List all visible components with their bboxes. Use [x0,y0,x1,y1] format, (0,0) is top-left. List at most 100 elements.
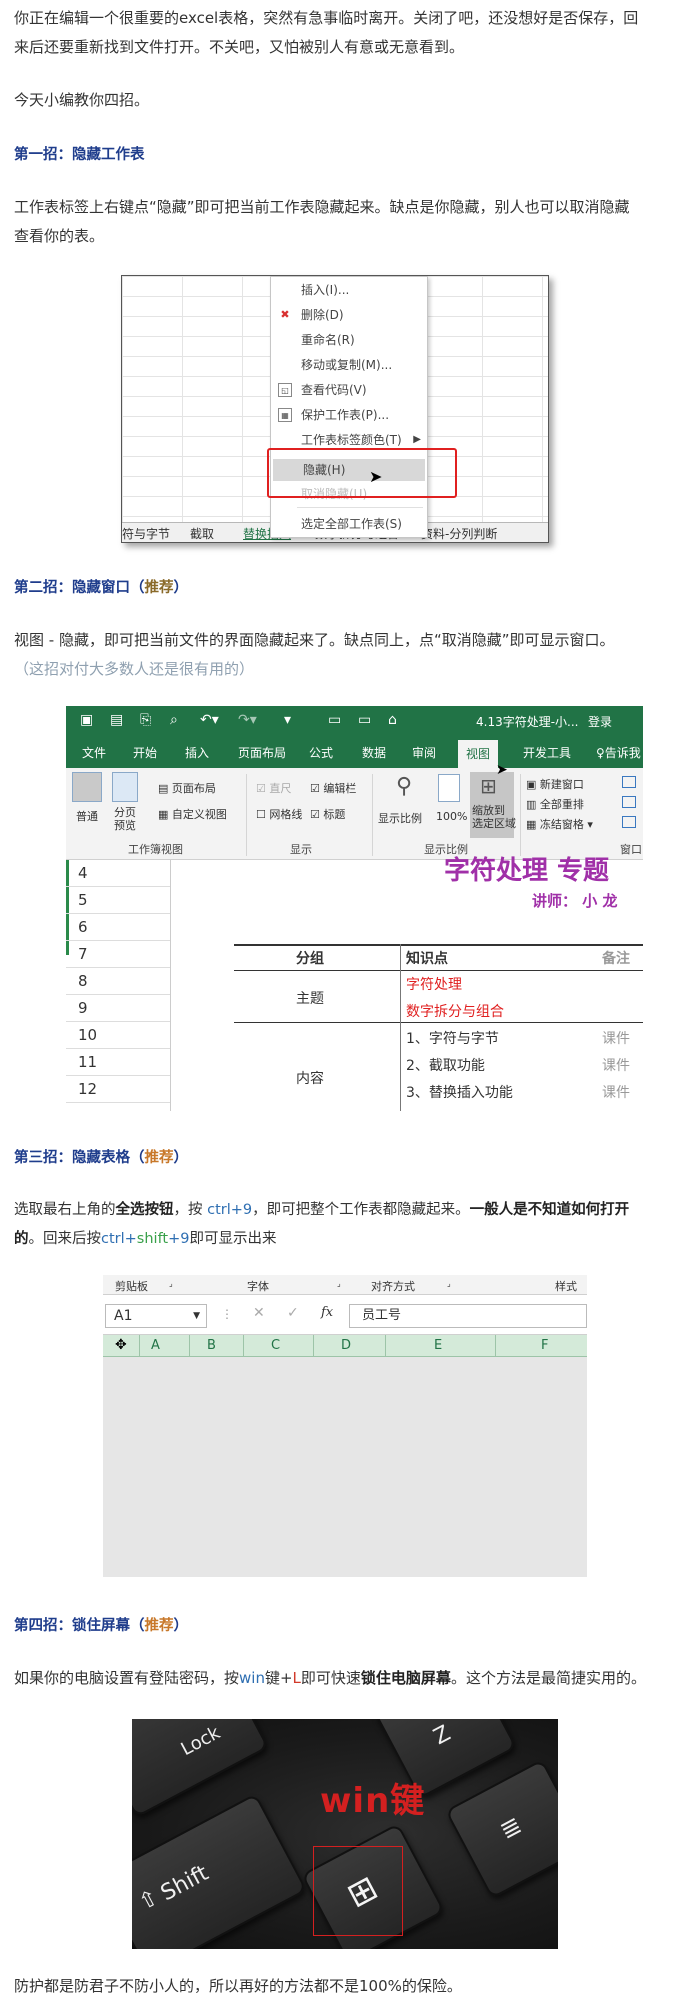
ruler-checkbox[interactable]: ☑ 直尺 [256,780,291,796]
quick-access-icon[interactable]: ⌂ [388,712,397,728]
quick-access-icon[interactable]: ⎘ [140,712,151,728]
row-header[interactable]: 6 [66,914,170,941]
name-box[interactable]: A1 ▼ [105,1304,207,1328]
row-header[interactable]: 12 [66,1076,170,1103]
dropdown-icon[interactable]: ▼ [193,1305,200,1327]
row-header[interactable]: 11 [66,1049,170,1076]
quick-access-icon[interactable]: ▾ [284,712,291,728]
tab-file[interactable]: 文件 [82,744,106,761]
menu-item-move-copy[interactable]: 移动或复制(M)... [271,354,427,376]
tip2-line-1: 视图 - 隐藏，即可把当前文件的界面隐藏起来了。缺点同上，点“取消隐藏”即可显示… [14,631,615,649]
zoom-icon[interactable]: ⚲ [396,774,412,799]
new-window-icon: ▣ [526,778,540,791]
row-header[interactable]: 8 [66,968,170,995]
win-key-highlight [313,1846,403,1936]
cancel-icon[interactable]: ✕ [253,1305,265,1321]
tab-developer[interactable]: 开发工具 [523,744,571,761]
row-header[interactable]: 7 [66,941,170,968]
menu-item-protect-sheet[interactable]: ▦ 保护工作表(P)... [271,404,427,426]
zoom-selection-button[interactable]: ⊞ 缩放到 选定区域 [470,772,516,838]
tip2-line-2: （这招对付大多数人还是很有用的） [14,660,255,678]
lightbulb-icon: ♀ [596,746,605,760]
closing-text: 防护都是防君子不防小人的，所以再好的方法都不是100%的保险。 [14,1977,462,1995]
tip1-line-1: 工作表标签上右键点“隐藏”即可把当前工作表隐藏起来。缺点是你隐藏，别人也可以取消… [14,198,630,216]
formula-bar-checkbox[interactable]: ☑ 编辑栏 [310,780,356,796]
print-preview-icon[interactable]: ⌕ [170,712,178,728]
window-option-icon[interactable] [622,776,636,788]
column-header[interactable]: D [341,1338,351,1353]
dialog-launcher-icon[interactable]: ⌟ [169,1279,173,1288]
tip1-heading: 第一招：隐藏工作表 [14,147,145,163]
zoom-button[interactable]: 显示比例 [378,810,422,826]
window-option-icon[interactable] [622,796,636,808]
view-code-icon: ◱ [278,383,292,397]
more-icon: ⋮ [221,1307,233,1321]
freeze-panes-icon: ▦ [526,818,540,831]
column-header[interactable]: A [151,1338,160,1353]
sheet-tab[interactable]: 符与字节 [122,525,170,542]
formula-input[interactable]: 员工号 [349,1304,587,1328]
table-cell: 课件 [602,1085,630,1101]
tab-view[interactable]: 视图 [458,740,499,768]
zoom-100-icon[interactable] [438,774,460,802]
login-link[interactable]: 登录 [588,713,612,730]
table-header: 知识点 [406,951,448,967]
page-layout-button[interactable]: ▤ 页面布局 [158,780,216,796]
undo-icon[interactable]: ↶▾ [200,712,219,728]
menu-item-select-all-sheets[interactable]: 选定全部工作表(S) [271,513,427,535]
dialog-launcher-icon[interactable]: ⌟ [337,1279,341,1288]
tab-tell-me[interactable]: ♀告诉我 [596,744,641,761]
row-header[interactable]: 4 [66,860,170,887]
comment-icon[interactable]: ▭ [328,712,341,728]
tab-review[interactable]: 审阅 [412,744,436,761]
group-workbook-views: 工作簿视图 [128,843,183,856]
comment-icon[interactable]: ▭ [358,712,371,728]
row-header[interactable]: 9 [66,995,170,1022]
enter-icon[interactable]: ✓ [287,1305,299,1321]
row-header[interactable]: 5 [66,887,170,914]
column-header[interactable]: F [541,1338,548,1353]
dialog-launcher-icon[interactable]: ⌟ [447,1279,451,1288]
custom-view-button[interactable]: ▦ 自定义视图 [158,806,227,822]
new-window-button[interactable]: ▣ 新建窗口 [526,776,584,792]
freeze-panes-button[interactable]: ▦ 冻结窗格 ▾ [526,816,593,832]
menu-item-insert[interactable]: 插入(I)... [271,279,427,301]
page-break-preview-button[interactable]: 分页 预览 [114,806,136,832]
zoom-selection-icon: ⊞ [480,774,497,798]
tip1-line-2: 查看你的表。 [14,227,105,245]
column-header[interactable]: C [271,1338,280,1353]
normal-view-icon[interactable] [72,772,102,802]
save-icon[interactable]: ▣ [80,712,93,728]
tab-formulas[interactable]: 公式 [309,744,333,761]
menu-icon: ≣ [495,1810,527,1845]
redo-icon[interactable]: ↷▾ [238,712,257,728]
select-all-button[interactable]: ✥ [115,1337,127,1353]
insert-function-icon[interactable]: fx [321,1305,333,1320]
table-cell: 数字拆分与组合 [406,1004,504,1020]
tab-insert[interactable]: 插入 [185,744,209,761]
sheet-tab[interactable]: 截取 [190,525,214,542]
gridlines-checkbox[interactable]: ☐ 网格线 [256,806,302,822]
headings-checkbox[interactable]: ☑ 标题 [310,806,345,822]
tip2-heading: 第二招：隐藏窗口（推荐） [14,580,188,596]
sheet-tab[interactable]: 资料-分列判断 [421,525,497,542]
window-option-icon[interactable] [622,816,636,828]
menu-item-rename[interactable]: 重命名(R) [271,329,427,351]
zoom-100-button[interactable]: 100% [436,810,467,823]
menu-item-delete[interactable]: ✖ 删除(D) [271,304,427,326]
table-cell: 课件 [602,1031,630,1047]
hidden-sheet-screenshot: 剪贴板 ⌟ 字体 ⌟ 对齐方式 ⌟ 样式 A1 ▼ ⋮ ✕ ✓ fx 员工号 ✥… [103,1275,587,1577]
row-header[interactable]: 10 [66,1022,170,1049]
tab-data[interactable]: 数据 [362,744,386,761]
menu-item-view-code[interactable]: ◱ 查看代码(V) [271,379,427,401]
table-header: 分组 [296,951,324,967]
tab-home[interactable]: 开始 [133,744,157,761]
normal-view-button[interactable]: 普通 [76,808,98,824]
page-break-preview-icon[interactable] [112,772,138,802]
tab-page-layout[interactable]: 页面布局 [238,744,286,761]
column-header[interactable]: B [207,1338,216,1353]
column-header[interactable]: E [434,1338,442,1353]
quick-access-icon[interactable]: ▤ [110,712,123,728]
intro-line-1: 你正在编辑一个很重要的excel表格，突然有急事临时离开。关闭了吧，还没想好是否… [14,9,639,27]
arrange-all-button[interactable]: ▥ 全部重排 [526,796,584,812]
